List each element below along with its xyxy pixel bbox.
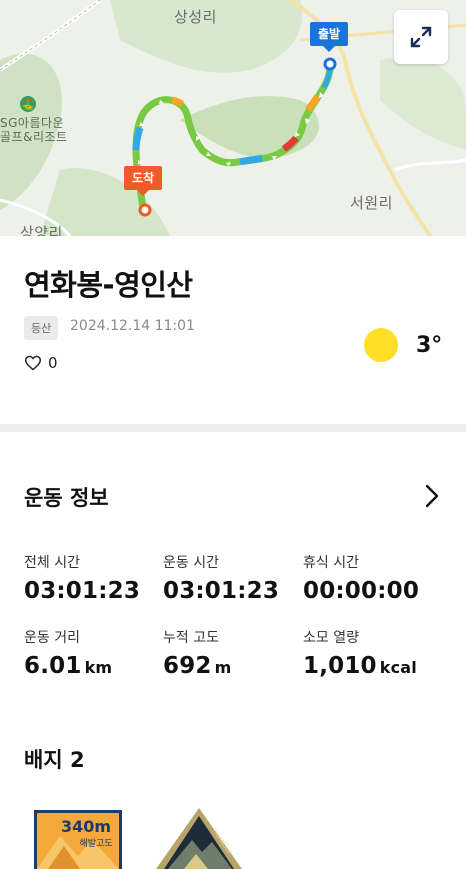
triangle-badge[interactable]: TRIANGLE: [154, 806, 244, 869]
start-marker[interactable]: 출발: [310, 22, 349, 52]
section-divider: [0, 424, 466, 432]
chevron-right-icon[interactable]: [422, 482, 442, 510]
svg-text:⛳: ⛳: [22, 98, 34, 111]
weather-info: 3°: [364, 328, 442, 362]
temperature: 3°: [416, 332, 443, 358]
stat-rest-time: 휴식 시간 00:00:00: [303, 552, 419, 604]
category-badge: 등산: [24, 316, 59, 340]
badges-heading: 배지 2: [24, 748, 85, 772]
map-label-golf: SG아름다운 골프&리조트: [0, 116, 68, 144]
stat-calories: 소모 열량 1,010 kcal: [303, 627, 417, 679]
stat-unit: km: [84, 658, 113, 677]
map-label-top: 상성리: [174, 8, 217, 26]
map-label-right: 서원리: [350, 194, 393, 212]
sun-icon: [364, 328, 398, 362]
stat-label: 소모 열량: [303, 630, 359, 646]
altitude-badge[interactable]: 340m 해발고도: [30, 806, 126, 869]
badge-value: 340m: [61, 817, 111, 836]
stat-unit: kcal: [379, 658, 417, 677]
stat-label: 운동 시간: [163, 555, 219, 571]
stat-label: 전체 시간: [24, 555, 80, 571]
stat-value: 00:00:00: [303, 578, 420, 604]
activity-title: 연화봉-영인산: [24, 268, 193, 302]
stat-label: 운동 거리: [24, 630, 80, 646]
stat-value: 03:01:23: [24, 578, 141, 604]
exercise-info-heading: 운동 정보: [24, 486, 109, 510]
route-map[interactable]: ⛳ 상성리 SG아름다운 골프&리조트 서원리 상양리 출발 도착: [0, 0, 466, 236]
expand-map-button[interactable]: [394, 10, 448, 64]
stat-total-time: 전체 시간 03:01:23: [24, 552, 140, 604]
stat-value: 692: [163, 653, 212, 679]
activity-datetime: 2024.12.14 11:01: [70, 318, 195, 334]
stat-exercise-time: 운동 시간 03:01:23: [163, 552, 279, 604]
stat-label: 휴식 시간: [303, 555, 359, 571]
stat-value: 6.01: [24, 653, 82, 679]
stat-label: 누적 고도: [163, 630, 219, 646]
heart-icon: [25, 355, 41, 371]
stat-elevation: 누적 고도 692 m: [163, 627, 232, 679]
end-marker[interactable]: 도착: [124, 166, 163, 196]
stat-unit: m: [214, 658, 232, 677]
stat-distance: 운동 거리 6.01 km: [24, 627, 112, 679]
stat-value: 1,010: [303, 653, 377, 679]
badge-caption: 해발고도: [79, 838, 112, 849]
map-label-bottom-left: 상양리: [20, 224, 63, 236]
expand-arrows-icon: [410, 26, 432, 48]
stat-value: 03:01:23: [163, 578, 280, 604]
like-count: 0: [48, 354, 58, 372]
like-button[interactable]: 0: [24, 354, 58, 372]
